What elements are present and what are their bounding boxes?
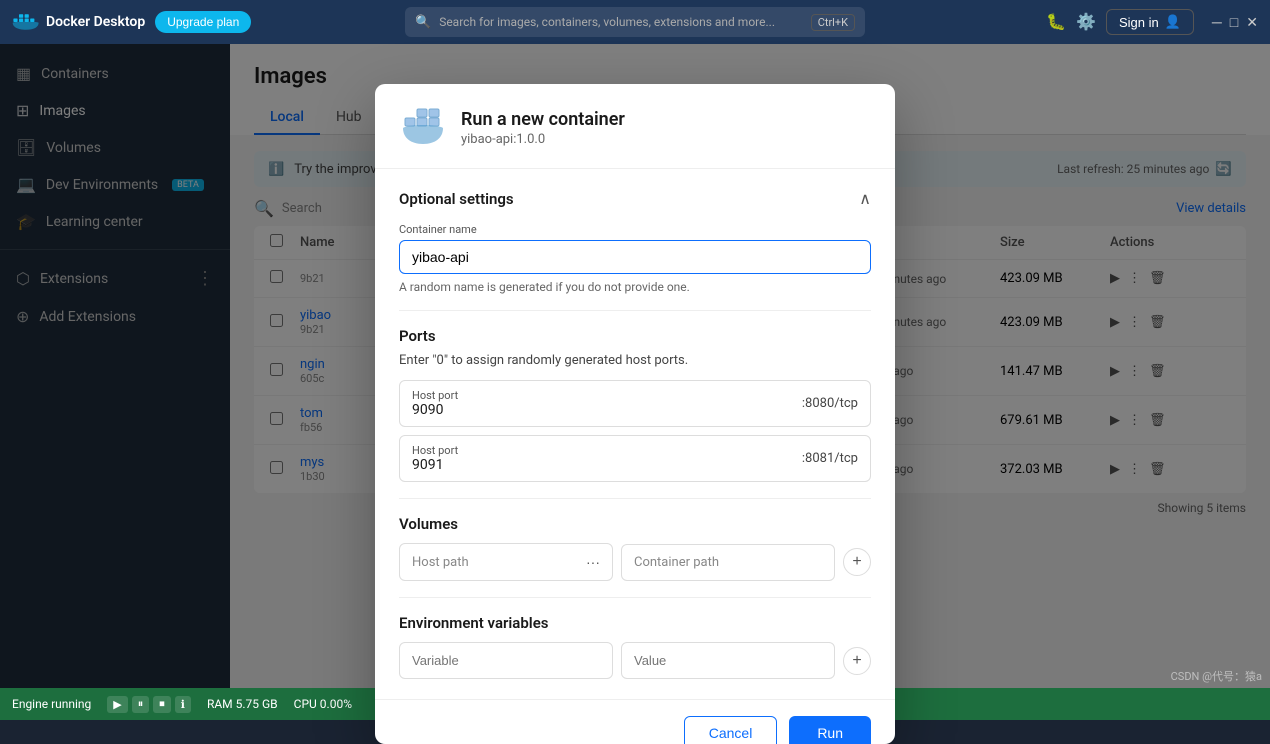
modal-header: Run a new container yibao-api:1.0.0 <box>375 84 895 169</box>
signin-label: Sign in <box>1119 15 1159 30</box>
add-env-button[interactable]: + <box>843 647 871 675</box>
modal-body: Optional settings ∧ Container name A ran… <box>375 169 895 699</box>
upgrade-button[interactable]: Upgrade plan <box>155 11 251 33</box>
container-name-input[interactable] <box>399 240 871 274</box>
cancel-button[interactable]: Cancel <box>684 716 778 744</box>
modal-title-group: Run a new container yibao-api:1.0.0 <box>461 109 625 147</box>
port-row: Host port 9090 :8080/tcp <box>399 380 871 427</box>
topbar-right: 🐛 ⚙️ Sign in 👤 ─ □ ✕ <box>1046 9 1258 35</box>
play-button[interactable]: ▶ <box>107 696 127 713</box>
settings-icon[interactable]: ⚙️ <box>1076 12 1096 32</box>
volumes-title: Volumes <box>399 515 871 533</box>
maximize-button[interactable]: □ <box>1230 14 1238 31</box>
stop-button[interactable]: ⏹ <box>153 696 171 713</box>
modal-container-icon <box>399 104 447 152</box>
app-name: Docker Desktop <box>46 14 145 30</box>
divider <box>399 597 871 598</box>
engine-status-label: Engine running <box>12 697 91 711</box>
user-icon: 👤 <box>1165 14 1181 30</box>
env-title: Environment variables <box>399 614 871 632</box>
divider <box>399 498 871 499</box>
port-value: 9091 <box>412 457 458 473</box>
port-label: Host port <box>412 444 458 457</box>
modal-overlay: Run a new container yibao-api:1.0.0 Opti… <box>0 44 1270 688</box>
search-placeholder-text: Search for images, containers, volumes, … <box>439 15 775 29</box>
port-value: 9090 <box>412 402 458 418</box>
browse-button[interactable]: ··· <box>586 554 600 570</box>
run-container-modal: Run a new container yibao-api:1.0.0 Opti… <box>375 84 895 744</box>
port-label-group: Host port 9090 <box>412 389 458 418</box>
port-label-group: Host port 9091 <box>412 444 458 473</box>
volumes-row: Host path ··· Container path + <box>399 543 871 581</box>
port-mapping: :8081/tcp <box>802 451 858 466</box>
container-name-group: Container name A random name is generate… <box>399 223 871 294</box>
window-controls: ─ □ ✕ <box>1212 14 1258 31</box>
container-path-label: Container path <box>634 555 719 570</box>
bug-icon[interactable]: 🐛 <box>1046 12 1066 32</box>
container-path-field: Container path <box>621 544 835 581</box>
host-path-field: Host path ··· <box>399 543 613 581</box>
modal-footer: Cancel Run <box>375 699 895 744</box>
ports-hint: Enter "0" to assign randomly generated h… <box>399 353 871 368</box>
divider <box>399 310 871 311</box>
run-button[interactable]: Run <box>789 716 871 744</box>
port-mapping: :8080/tcp <box>802 396 858 411</box>
modal-subtitle: yibao-api:1.0.0 <box>461 132 625 147</box>
engine-controls: ▶ ⏸ ⏹ ℹ <box>107 696 191 713</box>
value-input[interactable] <box>621 642 835 679</box>
topbar: Docker Desktop Upgrade plan 🔍 Search for… <box>0 0 1270 44</box>
ports-title: Ports <box>399 327 871 345</box>
minimize-button[interactable]: ─ <box>1212 14 1222 31</box>
pause-button[interactable]: ⏸ <box>132 696 150 713</box>
container-name-label: Container name <box>399 223 871 236</box>
modal-title: Run a new container <box>461 109 625 130</box>
port-row: Host port 9091 :8081/tcp <box>399 435 871 482</box>
ram-label: RAM 5.75 GB <box>207 697 278 711</box>
collapse-button[interactable]: ∧ <box>859 189 871 209</box>
add-volume-button[interactable]: + <box>843 548 871 576</box>
variable-input[interactable] <box>399 642 613 679</box>
env-section: Environment variables + <box>399 614 871 679</box>
optional-settings-header: Optional settings ∧ <box>399 189 871 209</box>
shortcut-badge: Ctrl+K <box>811 14 855 31</box>
host-path-label: Host path <box>412 555 469 570</box>
ports-section: Ports Enter "0" to assign randomly gener… <box>399 327 871 482</box>
cpu-label: CPU 0.00% <box>294 697 352 711</box>
signin-button[interactable]: Sign in 👤 <box>1106 9 1194 35</box>
port-label: Host port <box>412 389 458 402</box>
env-row: + <box>399 642 871 679</box>
global-search[interactable]: 🔍 Search for images, containers, volumes… <box>405 7 865 37</box>
watermark: CSDN @代号：猿a <box>1171 668 1262 684</box>
optional-settings-title: Optional settings <box>399 190 514 208</box>
close-button[interactable]: ✕ <box>1246 14 1258 31</box>
app-logo: Docker Desktop <box>12 11 145 33</box>
volumes-section: Volumes Host path ··· Container path + <box>399 515 871 581</box>
info-button[interactable]: ℹ <box>175 696 191 713</box>
container-name-hint: A random name is generated if you do not… <box>399 280 871 294</box>
search-icon: 🔍 <box>415 15 431 30</box>
docker-icon <box>12 11 40 33</box>
